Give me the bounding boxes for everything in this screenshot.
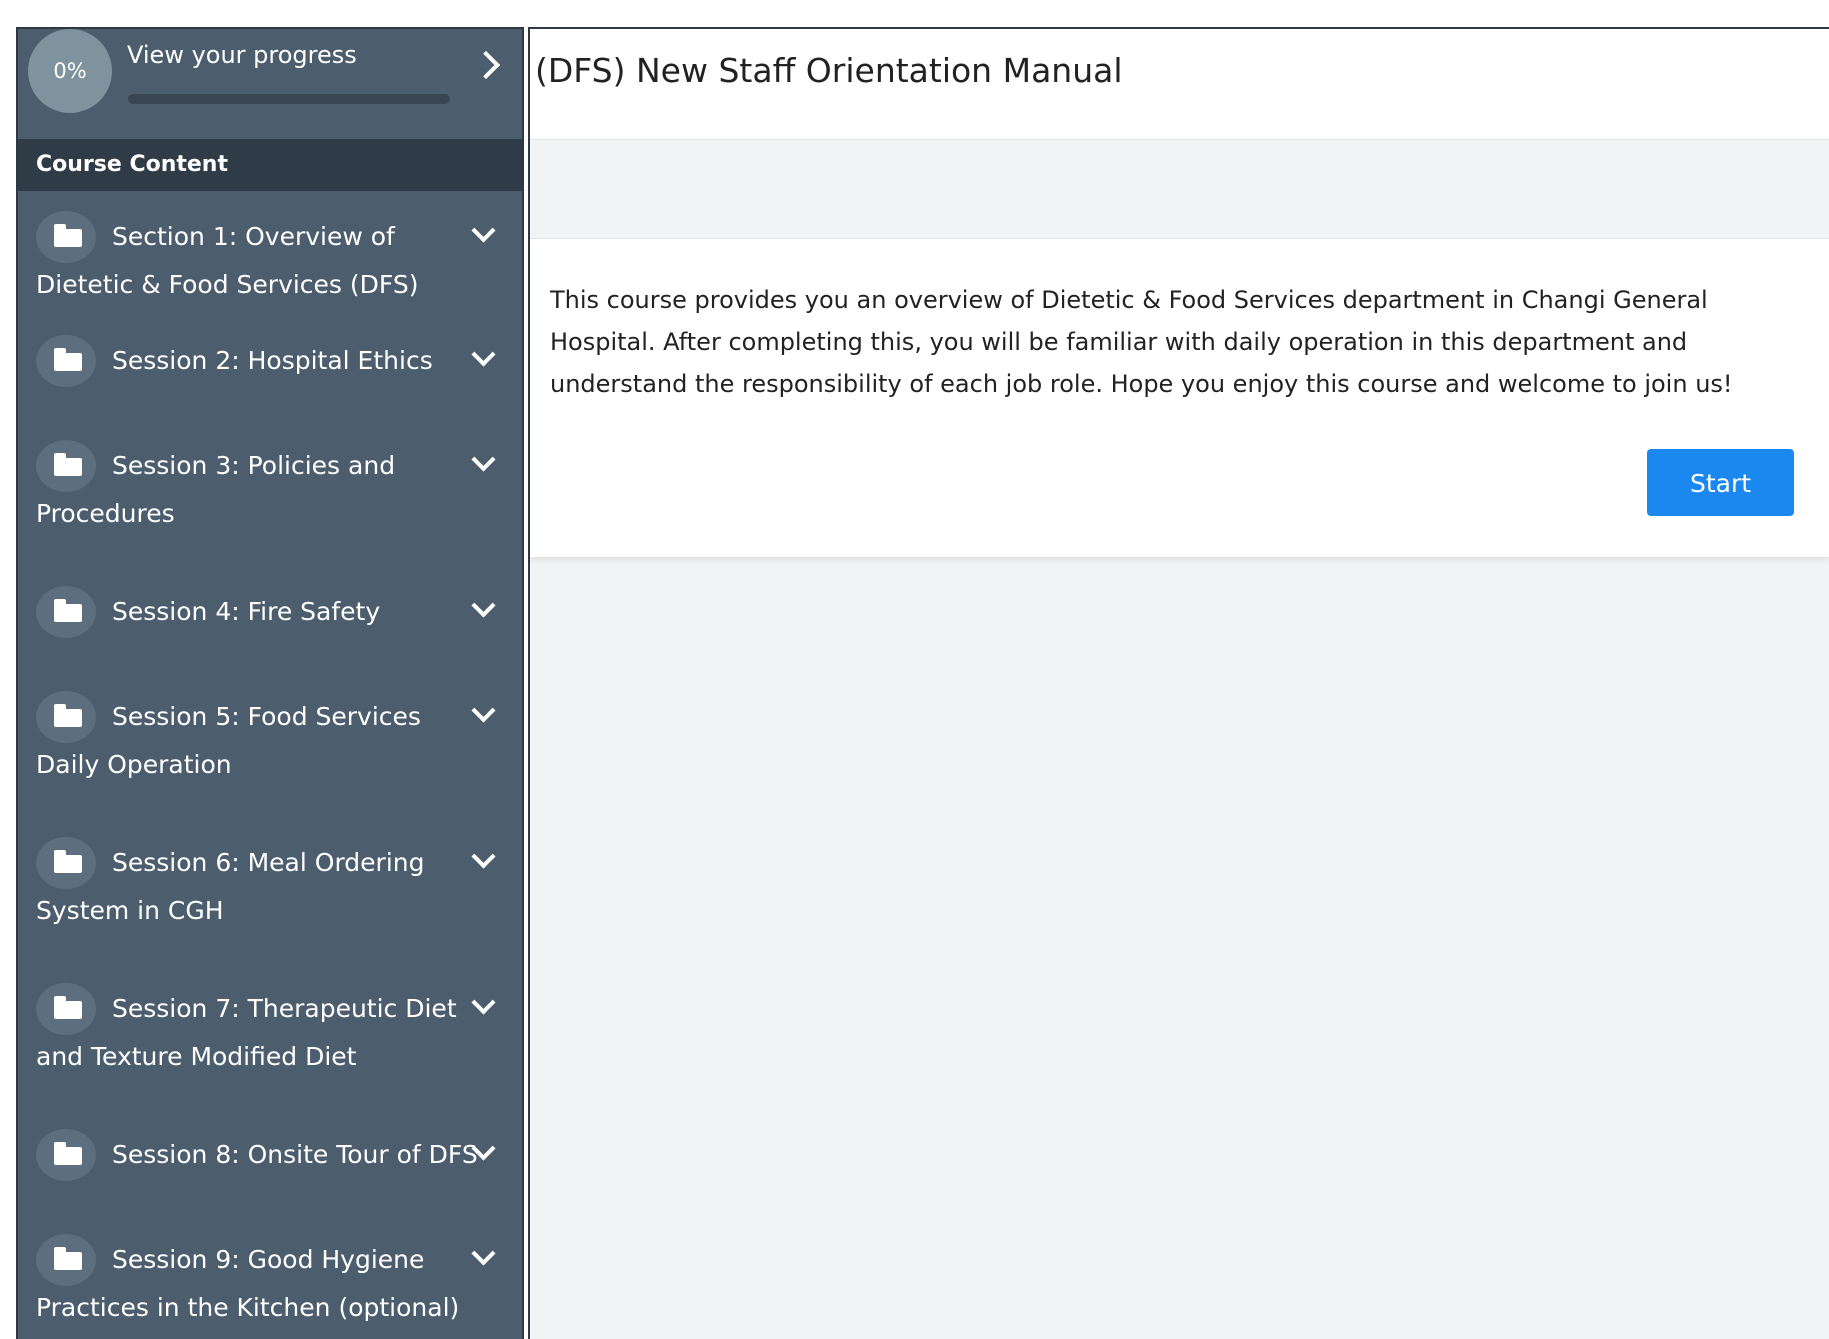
header-spacer — [530, 140, 1829, 239]
section-list: Section 1: Overview of Dietetic & Food S… — [18, 191, 522, 1339]
section-title: Session 7: Therapeutic Diet and Texture … — [36, 994, 457, 1071]
section-title: Session 8: Onsite Tour of DFS — [112, 1140, 478, 1169]
progress-label[interactable]: View your progress — [127, 41, 357, 69]
chevron-down-icon[interactable] — [471, 1241, 496, 1266]
section-title: Session 9: Good Hygiene Practices in the… — [36, 1245, 460, 1322]
section-item-6[interactable]: Session 6: Meal Ordering System in CGH — [18, 817, 522, 963]
course-sidebar: 0% View your progress Course Content Sec… — [16, 27, 524, 1339]
folder-icon — [36, 1234, 96, 1286]
chevron-down-icon[interactable] — [471, 447, 496, 472]
course-content-heading: Course Content — [18, 139, 522, 191]
chevron-down-icon[interactable] — [471, 990, 496, 1015]
folder-icon — [36, 837, 96, 889]
folder-icon — [36, 1129, 96, 1181]
section-item-3[interactable]: Session 3: Policies and Procedures — [18, 420, 522, 566]
chevron-down-icon[interactable] — [471, 593, 496, 618]
section-item-2[interactable]: Session 2: Hospital Ethics — [18, 315, 522, 420]
chevron-right-icon[interactable] — [471, 50, 501, 80]
course-header: (DFS) New Staff Orientation Manual — [530, 29, 1829, 140]
section-item-8[interactable]: Session 8: Onsite Tour of DFS — [18, 1109, 522, 1214]
chevron-down-icon[interactable] — [471, 844, 496, 869]
section-item-9[interactable]: Session 9: Good Hygiene Practices in the… — [18, 1214, 522, 1339]
chevron-down-icon[interactable] — [471, 218, 496, 243]
folder-icon — [36, 586, 96, 638]
folder-icon — [36, 440, 96, 492]
section-item-7[interactable]: Session 7: Therapeutic Diet and Texture … — [18, 963, 522, 1109]
start-button[interactable]: Start — [1647, 449, 1794, 516]
progress-header[interactable]: 0% View your progress — [18, 29, 522, 139]
chevron-down-icon[interactable] — [471, 698, 496, 723]
folder-icon — [36, 691, 96, 743]
folder-icon — [36, 211, 96, 263]
progress-bar — [128, 94, 450, 104]
folder-icon — [36, 983, 96, 1035]
section-item-4[interactable]: Session 4: Fire Safety — [18, 566, 522, 671]
course-title: (DFS) New Staff Orientation Manual — [535, 51, 1123, 90]
course-overview-card: This course provides you an overview of … — [530, 239, 1829, 557]
course-description: This course provides you an overview of … — [550, 286, 1733, 398]
progress-percent-circle: 0% — [28, 29, 112, 113]
section-item-5[interactable]: Session 5: Food Services Daily Operation — [18, 671, 522, 817]
folder-icon — [36, 335, 96, 387]
section-title: Session 4: Fire Safety — [112, 597, 381, 626]
chevron-down-icon[interactable] — [471, 342, 496, 367]
section-item-1[interactable]: Section 1: Overview of Dietetic & Food S… — [18, 191, 522, 315]
section-title: Session 2: Hospital Ethics — [112, 346, 433, 375]
app-window: 0% View your progress Course Content Sec… — [0, 0, 1829, 1339]
main-content: (DFS) New Staff Orientation Manual This … — [528, 27, 1829, 1339]
